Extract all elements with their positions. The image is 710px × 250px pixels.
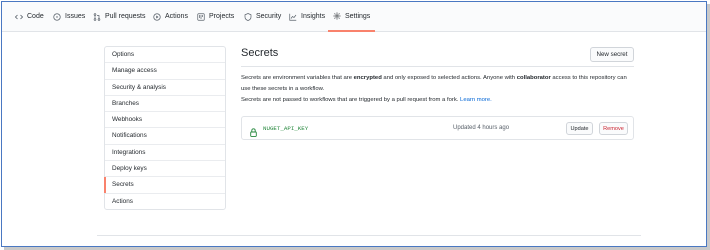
tab-code[interactable]: Code [15,2,44,31]
tab-label: Settings [345,12,371,20]
secrets-description: Secrets are environment variables that a… [241,73,637,94]
sidebar-item-notifications[interactable]: Notifications [105,128,225,145]
description-text: Secrets are environment variables that a… [241,75,354,81]
tab-label: Issues [65,13,86,20]
tab-pull-requests[interactable]: Pull requests [93,2,145,31]
secret-updated-time: Updated 4 hours ago [453,125,510,131]
tab-issues[interactable]: Issues [53,2,85,31]
sidebar-item-actions[interactable]: Actions [105,194,225,210]
learn-more-link[interactable]: Learn more. [460,97,492,103]
title-divider [241,66,634,67]
code-icon [15,13,23,21]
description-bold-collaborator: collaborator [516,75,551,81]
tab-label: Security [256,13,282,20]
tab-label: Code [27,13,44,20]
lock-icon [250,124,257,137]
graph-icon [289,13,297,21]
tab-actions[interactable]: Actions [153,2,188,31]
tab-label: Projects [209,13,235,20]
browser-frame: Code Issues Pull requests Actions Projec… [1,1,707,247]
tab-label: Insights [301,13,326,20]
secret-row: NUGET_API_KEY Updated 4 hours ago Update… [241,116,634,140]
sidebar-item-webhooks[interactable]: Webhooks [105,112,225,129]
sidebar-item-deploy-keys[interactable]: Deploy keys [105,161,225,178]
fork-note-text: Secrets are not passed to workflows that… [241,97,459,103]
description-text: and only exposed to selected actions. An… [381,75,517,81]
sidebar-item-security-analysis[interactable]: Security & analysis [105,80,225,96]
issues-icon [53,12,61,21]
actions-icon [153,12,161,21]
sidebar-item-integrations[interactable]: Integrations [105,145,225,162]
pull-request-icon [93,12,101,21]
remove-button[interactable]: Remove [599,122,628,135]
footer-divider [97,235,641,236]
sidebar-item-branches[interactable]: Branches [105,96,225,113]
shield-icon [244,12,252,21]
projects-icon [197,12,205,21]
tab-settings[interactable]: Settings [328,2,376,32]
description-bold-encrypted: encrypted [353,75,382,81]
tab-security[interactable]: Security [244,2,281,31]
sidebar-item-options[interactable]: Options [105,47,225,64]
sidebar-item-secrets[interactable]: Secrets [104,177,225,194]
sidebar-item-manage-access[interactable]: Manage access [105,63,225,80]
update-button[interactable]: Update [566,122,593,135]
tab-label: Actions [165,13,188,20]
page-title: Secrets [241,47,279,59]
secret-name: NUGET_API_KEY [263,125,309,132]
gear-icon [333,12,341,20]
tab-label: Pull requests [105,13,146,20]
settings-sidebar: Options Manage access Security & analysi… [104,46,226,210]
tab-insights[interactable]: Insights [289,2,325,31]
fork-note: Secrets are not passed to workflows that… [241,97,492,103]
repo-nav: Code Issues Pull requests Actions Projec… [2,2,706,32]
tab-projects[interactable]: Projects [197,2,234,31]
new-secret-button[interactable]: New secret [590,47,634,62]
